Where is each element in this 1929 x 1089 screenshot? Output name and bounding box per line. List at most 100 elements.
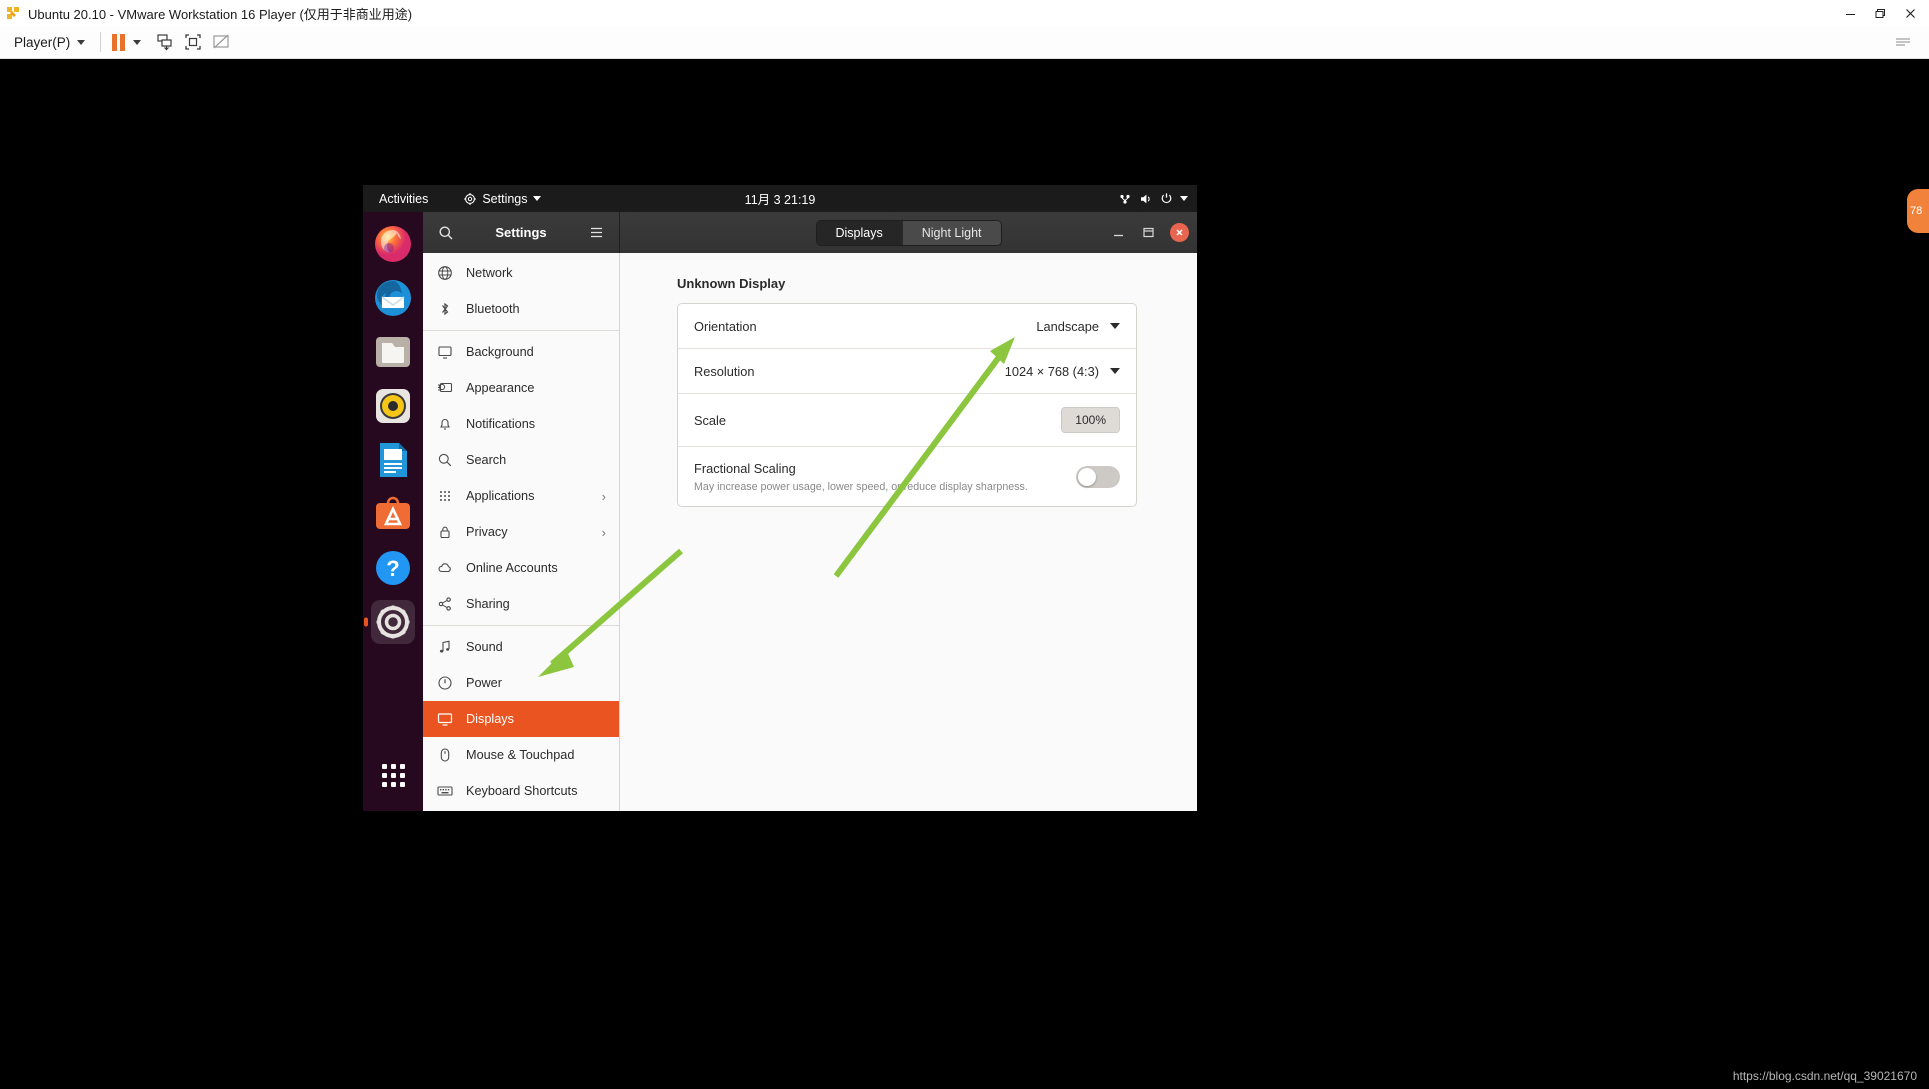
vmware-app-icon xyxy=(6,5,22,21)
dock-item-firefox[interactable] xyxy=(371,222,415,266)
dock-item-libreoffice-writer[interactable] xyxy=(371,438,415,482)
sidebar-item-sharing[interactable]: Sharing xyxy=(423,586,619,622)
sidebar-item-label: Privacy xyxy=(466,525,508,539)
search-icon[interactable] xyxy=(433,220,459,246)
keyboard-icon xyxy=(436,783,453,800)
sidebar-item-search[interactable]: Search xyxy=(423,442,619,478)
clock[interactable]: 11月 3 21:19 xyxy=(745,189,816,208)
dock-item-files[interactable] xyxy=(371,330,415,374)
vmware-title-text: Ubuntu 20.10 - VMware Workstation 16 Pla… xyxy=(28,6,413,22)
grid-dots-icon xyxy=(436,488,453,505)
restore-button[interactable] xyxy=(1865,1,1895,25)
settings-close-button[interactable] xyxy=(1170,223,1189,242)
sidebar-separator xyxy=(423,625,619,626)
app-menu-label: Settings xyxy=(482,191,528,206)
display-name-heading: Unknown Display xyxy=(677,276,786,291)
row-fractional-scaling: Fractional Scaling May increase power us… xyxy=(678,447,1136,506)
resolution-dropdown[interactable]: 1024 × 768 (4:3) xyxy=(1005,364,1120,379)
unity-mode-icon[interactable] xyxy=(207,29,235,55)
displays-tabs: Displays Night Light xyxy=(815,219,1002,246)
pause-dropdown-chevron-icon[interactable] xyxy=(133,39,142,45)
settings-headerbar-right: Displays Night Light xyxy=(620,212,1197,253)
hamburger-menu-icon[interactable] xyxy=(583,220,609,246)
sidebar-item-keyboard-shortcuts[interactable]: Keyboard Shortcuts xyxy=(423,773,619,809)
orientation-label: Orientation xyxy=(694,318,757,334)
sidebar-item-appearance[interactable]: Appearance xyxy=(423,370,619,406)
sidebar-item-network[interactable]: Network xyxy=(423,255,619,291)
sidebar-item-sound[interactable]: Sound xyxy=(423,629,619,665)
activities-button[interactable]: Activities xyxy=(372,189,435,209)
sidebar-item-label: Displays xyxy=(466,712,514,726)
sidebar-item-label: Search xyxy=(466,453,507,467)
fullscreen-icon[interactable] xyxy=(179,29,207,55)
sidebar-item-label: Keyboard Shortcuts xyxy=(466,784,578,798)
scale-label: Scale xyxy=(694,412,727,428)
sidebar-item-label: Power xyxy=(466,676,502,690)
fractional-scaling-text: Fractional Scaling May increase power us… xyxy=(694,460,1028,493)
sidebar-item-label: Bluetooth xyxy=(466,302,520,316)
volume-icon xyxy=(1139,192,1153,206)
resolution-label: Resolution xyxy=(694,363,755,379)
system-status-area[interactable] xyxy=(1118,192,1188,206)
minimize-button[interactable] xyxy=(1835,1,1865,25)
sidebar-item-online-accounts[interactable]: Online Accounts xyxy=(423,550,619,586)
sidebar-item-power[interactable]: Power xyxy=(423,665,619,701)
dock-item-thunderbird[interactable] xyxy=(371,276,415,320)
chevron-down-icon xyxy=(1110,323,1120,329)
scale-button-group[interactable]: 100% xyxy=(1061,407,1120,433)
toolbar-right-group xyxy=(1889,29,1921,55)
app-menu-button[interactable]: Settings xyxy=(457,189,546,209)
settings-headerbar-left: Settings xyxy=(423,212,620,253)
sidebar-item-notifications[interactable]: Notifications xyxy=(423,406,619,442)
sidebar-item-displays[interactable]: Displays xyxy=(423,701,619,737)
show-applications-button[interactable] xyxy=(371,753,415,797)
display-icon xyxy=(436,711,453,728)
sidebar-item-label: Mouse & Touchpad xyxy=(466,748,575,762)
player-menu-button[interactable]: Player(P) xyxy=(8,33,91,52)
fractional-scaling-description: May increase power usage, lower speed, o… xyxy=(694,481,1028,493)
sidebar-item-background[interactable]: Background xyxy=(423,334,619,370)
tab-displays[interactable]: Displays xyxy=(816,220,903,245)
gear-icon xyxy=(463,192,477,206)
scale-option-100[interactable]: 100% xyxy=(1062,408,1119,432)
settings-window-controls xyxy=(1110,223,1189,242)
settings-body: Network Bluetooth Background Appearance … xyxy=(423,253,1197,811)
displays-panel: Unknown Display Orientation Landscape Re… xyxy=(620,253,1197,811)
monitor-icon xyxy=(436,344,453,361)
vmware-player-window: Ubuntu 20.10 - VMware Workstation 16 Pla… xyxy=(0,0,1929,1089)
vmware-toolbar: Player(P) xyxy=(0,26,1929,59)
dock-item-help[interactable]: ? xyxy=(371,546,415,590)
sidebar-item-mouse-touchpad[interactable]: Mouse & Touchpad xyxy=(423,737,619,773)
edge-badge: 78 xyxy=(1907,189,1929,233)
dock-item-rhythmbox[interactable] xyxy=(371,384,415,428)
chevron-right-icon: › xyxy=(601,488,606,504)
bell-icon xyxy=(436,416,453,433)
share-icon xyxy=(436,596,453,613)
close-button[interactable] xyxy=(1895,1,1925,25)
row-resolution: Resolution 1024 × 768 (4:3) xyxy=(678,349,1136,394)
power-icon xyxy=(1160,192,1173,205)
gnome-top-bar: Activities Settings 11月 3 21:19 xyxy=(363,185,1197,212)
pause-button[interactable] xyxy=(110,33,127,51)
sidebar-item-privacy[interactable]: Privacy › xyxy=(423,514,619,550)
orientation-dropdown[interactable]: Landscape xyxy=(1036,319,1120,334)
chevron-down-icon xyxy=(77,39,86,45)
toolbar-separator xyxy=(100,32,102,52)
mouse-icon xyxy=(436,747,453,764)
fractional-scaling-toggle[interactable] xyxy=(1076,465,1120,488)
dock-item-ubuntu-software[interactable] xyxy=(371,492,415,536)
tab-night-light[interactable]: Night Light xyxy=(902,220,1001,245)
sidebar-item-applications[interactable]: Applications › xyxy=(423,478,619,514)
settings-maximize-button[interactable] xyxy=(1140,224,1157,241)
settings-minimize-button[interactable] xyxy=(1110,224,1127,241)
collapse-toolbar-icon[interactable] xyxy=(1889,29,1917,55)
send-ctrl-alt-del-icon[interactable] xyxy=(151,29,179,55)
vmware-titlebar: Ubuntu 20.10 - VMware Workstation 16 Pla… xyxy=(0,0,1929,26)
music-note-icon xyxy=(436,639,453,656)
sidebar-item-bluetooth[interactable]: Bluetooth xyxy=(423,291,619,327)
settings-headerbar: Settings Displays Night Light xyxy=(423,212,1197,253)
chevron-right-icon: › xyxy=(601,524,606,540)
orientation-value: Landscape xyxy=(1036,318,1099,334)
dock-item-settings[interactable] xyxy=(371,600,415,644)
sidebar-item-label: Sharing xyxy=(466,597,510,611)
